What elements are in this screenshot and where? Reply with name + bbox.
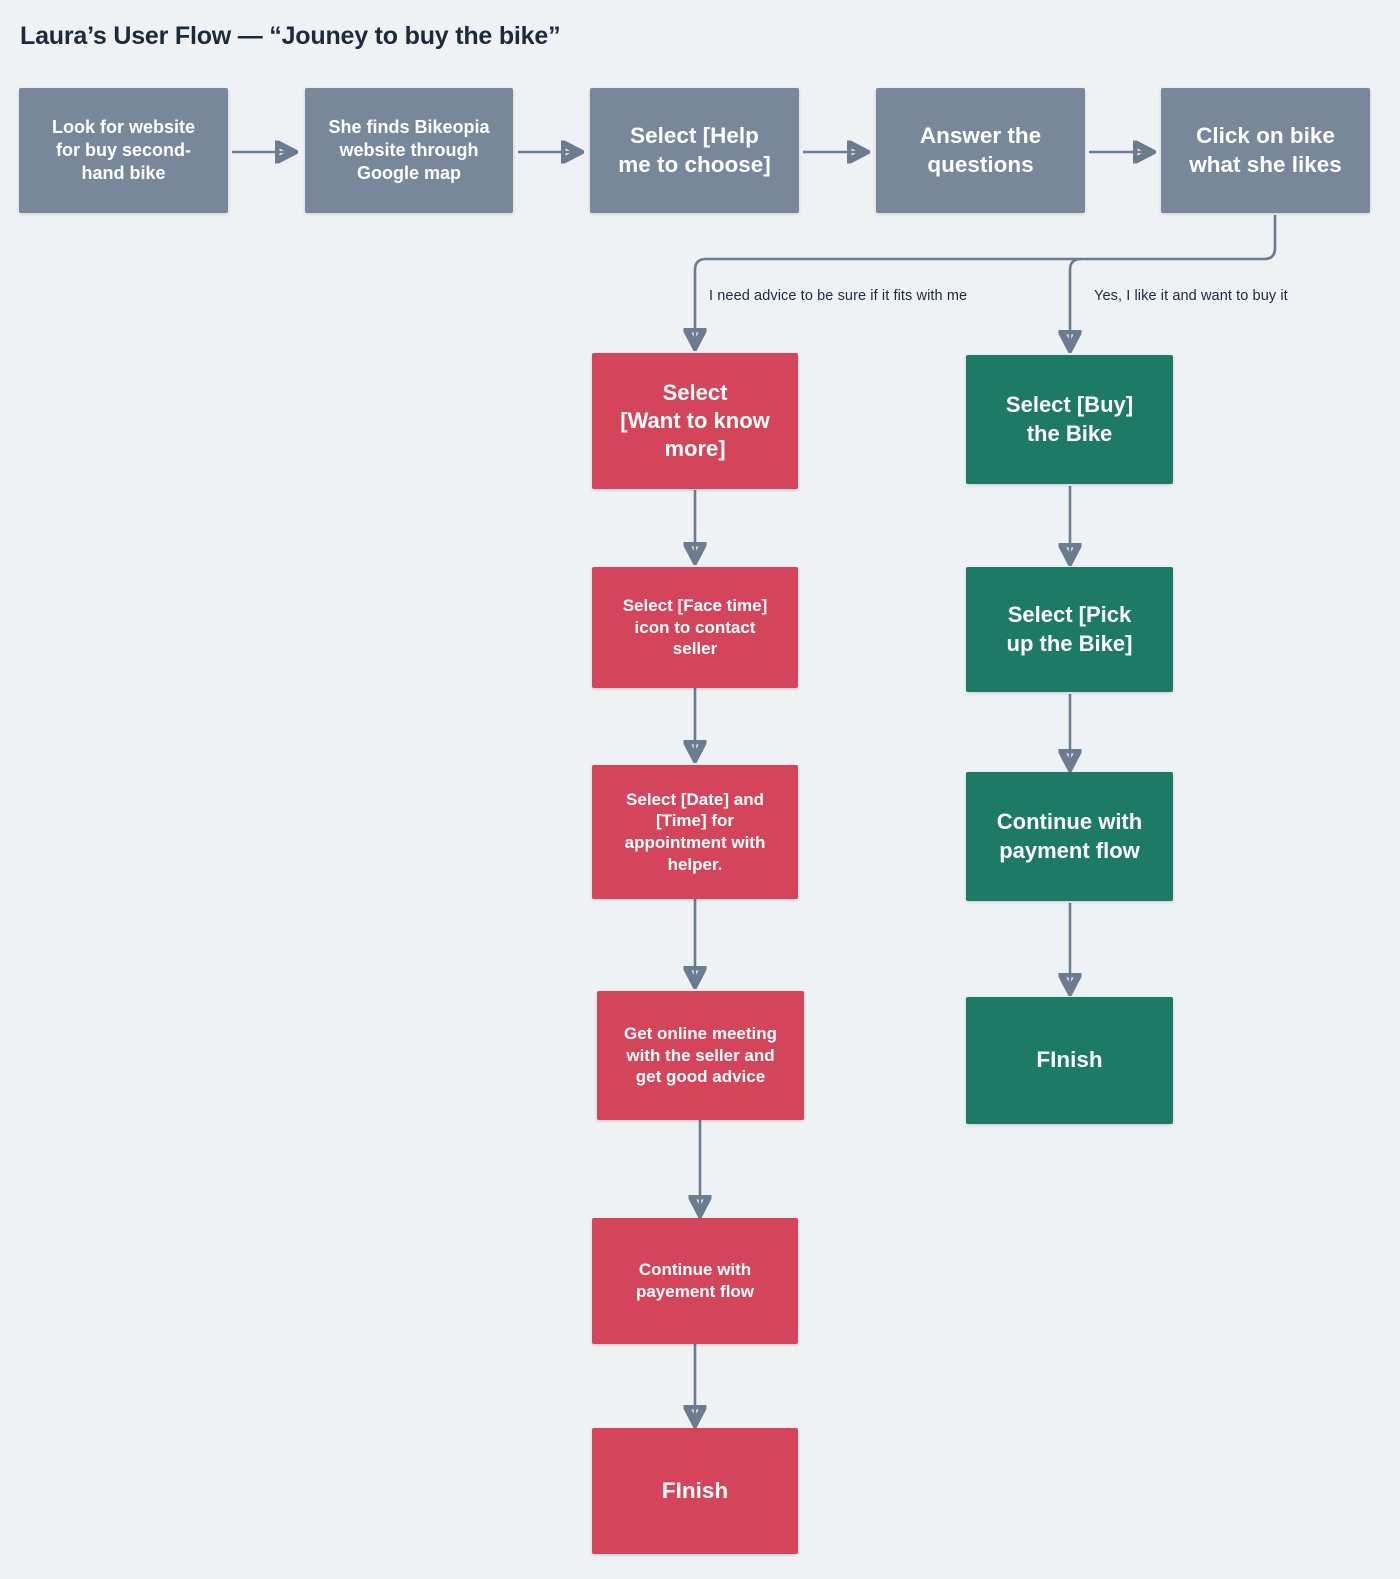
node-select-face-time-icon[interactable]: Select [Face time] icon to contact seller [592,567,798,688]
node-label: Select [Date] and [Time] for appointment w… [624,789,766,874]
node-label: Select [Help me to choose] [618,122,771,177]
node-label: FInish [661,1477,729,1503]
branch-label-buy: Yes, I like it and want to buy it [1094,288,1288,304]
node-finish-advice[interactable]: FInish [592,1428,798,1554]
node-label: FInish [1036,1047,1103,1073]
branch-label-advice: I need advice to be sure if it fits with… [709,288,968,304]
node-select-date-and-time[interactable]: Select [Date] and [Time] for appointment w… [592,765,798,899]
node-label: Select [Pick up the Bike] [1006,602,1133,656]
node-label: Click on bike what she likes [1189,122,1342,177]
node-select-help-me-to-choose[interactable]: Select [Help me to choose] [590,88,799,213]
node-get-online-meeting[interactable]: Get online meeting with the seller and get… [597,991,804,1120]
node-label: Select [Want to know more] [620,379,770,462]
node-select-want-to-know-more[interactable]: Select [Want to know more] [592,353,798,489]
node-select-buy-the-bike[interactable]: Select [Buy] the Bike [966,355,1173,484]
node-answer-the-questions[interactable]: Answer the questions [876,88,1085,213]
node-finds-bikeopia[interactable]: She finds Bikeopia website through Google … [305,88,513,213]
edge-n5-bus [695,215,1277,345]
node-click-on-bike[interactable]: Click on bike what she likes [1161,88,1370,213]
node-label: Select [Face time] icon to contact seller [622,595,768,659]
node-finish-buy[interactable]: FInish [966,997,1173,1124]
node-label: Look for website for buy second-hand bike [51,116,195,184]
node-label: Continue with payement flow [635,1260,755,1301]
node-label: Answer the questions [919,122,1042,177]
node-label: She finds Bikeopia website through Google … [328,116,490,184]
node-label: Continue with payment flow [996,809,1143,863]
node-label: Select [Buy] the Bike [1005,392,1134,446]
node-select-pick-up-the-bike[interactable]: Select [Pick up the Bike] [966,567,1173,692]
node-look-for-website[interactable]: Look for website for buy second-hand bike [19,88,228,213]
node-continue-with-payement-flow[interactable]: Continue with payement flow [592,1218,798,1344]
page-title: Laura’s User Flow — “Jouney to buy the b… [20,22,561,50]
node-continue-with-payment-flow[interactable]: Continue with payment flow [966,772,1173,901]
node-label: Get online meeting with the seller and get… [623,1023,778,1087]
edge-n5-g1 [1070,257,1081,347]
flowchart-canvas: Laura’s User Flow — “Jouney to buy the b… [0,0,1400,1579]
